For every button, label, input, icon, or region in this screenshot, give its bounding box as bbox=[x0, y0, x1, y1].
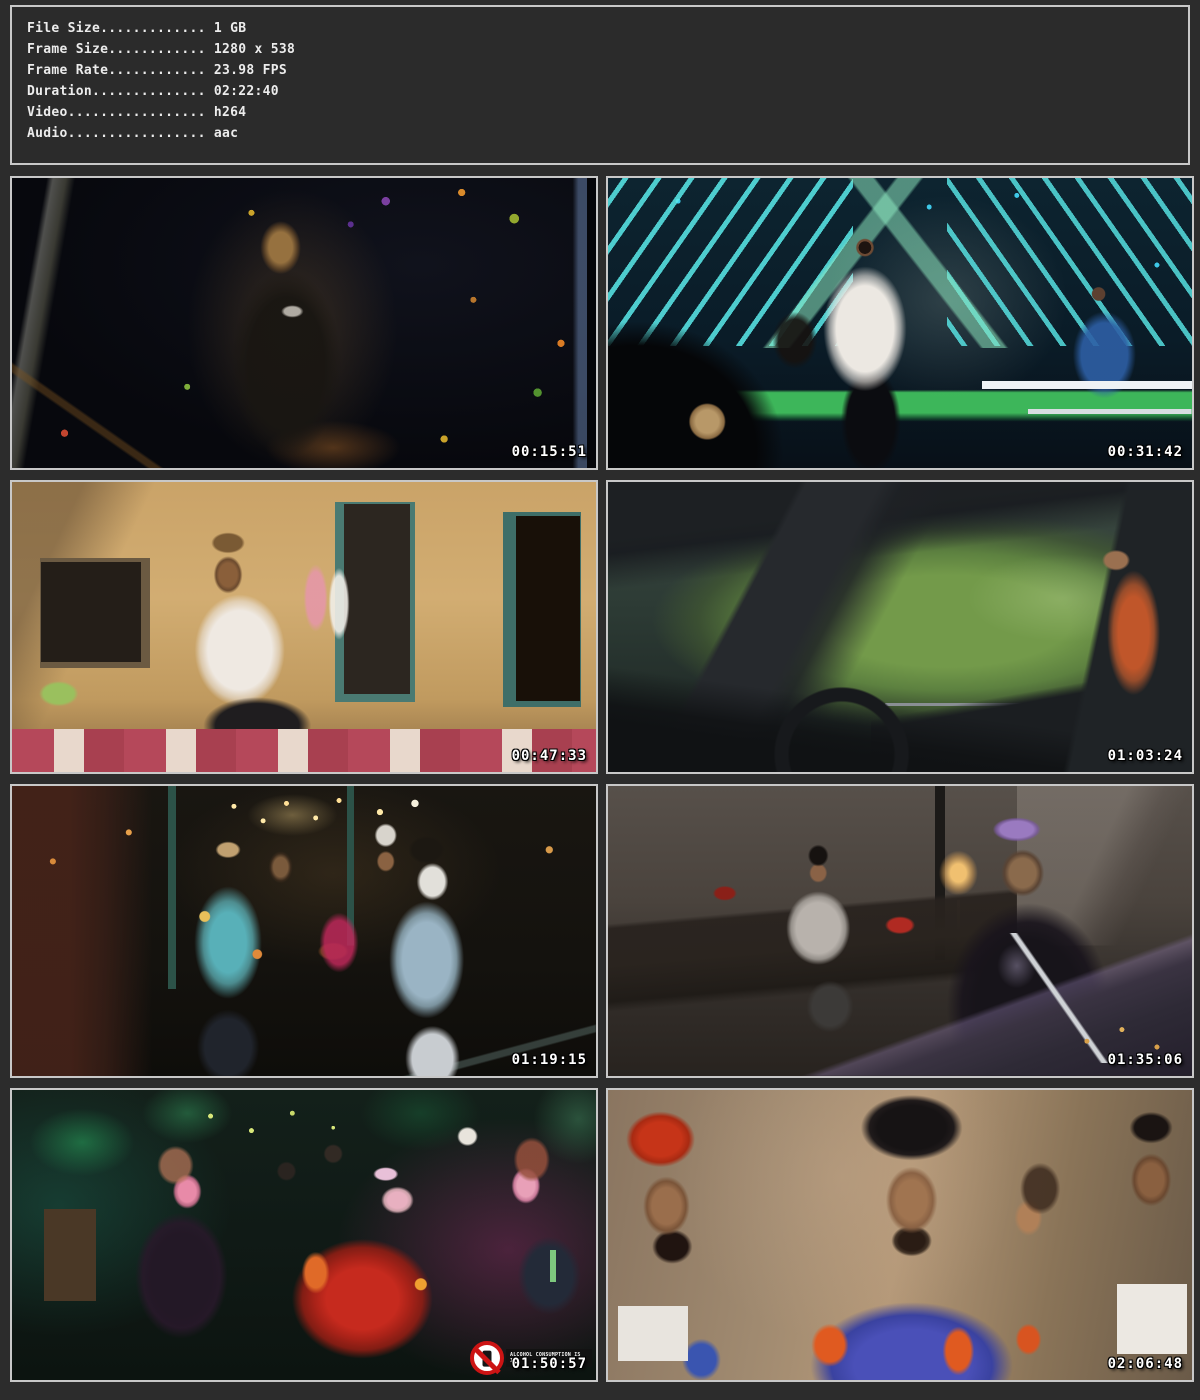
video-codec-line: Video................. h264 bbox=[27, 102, 1188, 123]
timestamp-label: 01:03:24 bbox=[1108, 748, 1183, 764]
timestamp-label: 01:50:57 bbox=[512, 1356, 587, 1372]
scene-recording-studio-session bbox=[608, 786, 1192, 1076]
scene-neon-party-crowd bbox=[12, 1090, 596, 1380]
thumbnail-3: 00:47:33 bbox=[10, 480, 598, 774]
file-info-panel: File Size............. 1 GB Frame Size..… bbox=[10, 5, 1190, 165]
scene-neon-stage-performance bbox=[608, 178, 1192, 468]
thumbnail-8: 02:06:48 bbox=[606, 1088, 1194, 1382]
thumbnail-1: 00:15:51 bbox=[10, 176, 598, 470]
audio-codec-line: Audio................. aac bbox=[27, 123, 1188, 144]
timestamp-label: 00:15:51 bbox=[512, 444, 587, 460]
thumbnail-7: ALCOHOL CONSUMPTION IS IN 01:50:57 bbox=[10, 1088, 598, 1382]
timestamp-label: 02:06:48 bbox=[1108, 1356, 1183, 1372]
timestamp-label: 00:47:33 bbox=[512, 748, 587, 764]
timestamp-label: 01:19:15 bbox=[512, 1052, 587, 1068]
scene-close-up-beanie-man bbox=[608, 1090, 1192, 1380]
thumbnail-4: 01:03:24 bbox=[606, 480, 1194, 774]
frame-rate-line: Frame Rate............ 23.98 FPS bbox=[27, 60, 1188, 81]
thumbnail-5: 01:19:15 bbox=[10, 784, 598, 1078]
thumbnail-grid: 00:15:51 00:31:42 00:47:33 01:03:24 01:1… bbox=[10, 176, 1194, 1382]
scene-car-interior-open-door bbox=[608, 482, 1192, 772]
scene-concert-confetti-singer bbox=[12, 178, 596, 468]
timestamp-label: 01:35:06 bbox=[1108, 1052, 1183, 1068]
thumbnail-2: 00:31:42 bbox=[606, 176, 1194, 470]
thumbnail-6: 01:35:06 bbox=[606, 784, 1194, 1078]
file-size-line: File Size............. 1 GB bbox=[27, 18, 1188, 39]
duration-line: Duration.............. 02:22:40 bbox=[27, 81, 1188, 102]
timestamp-label: 00:31:42 bbox=[1108, 444, 1183, 460]
frame-size-line: Frame Size............ 1280 x 538 bbox=[27, 39, 1188, 60]
no-alcohol-icon bbox=[470, 1341, 504, 1375]
scene-courtyard-man-on-bed bbox=[12, 482, 596, 772]
scene-night-street-group bbox=[12, 786, 596, 1076]
